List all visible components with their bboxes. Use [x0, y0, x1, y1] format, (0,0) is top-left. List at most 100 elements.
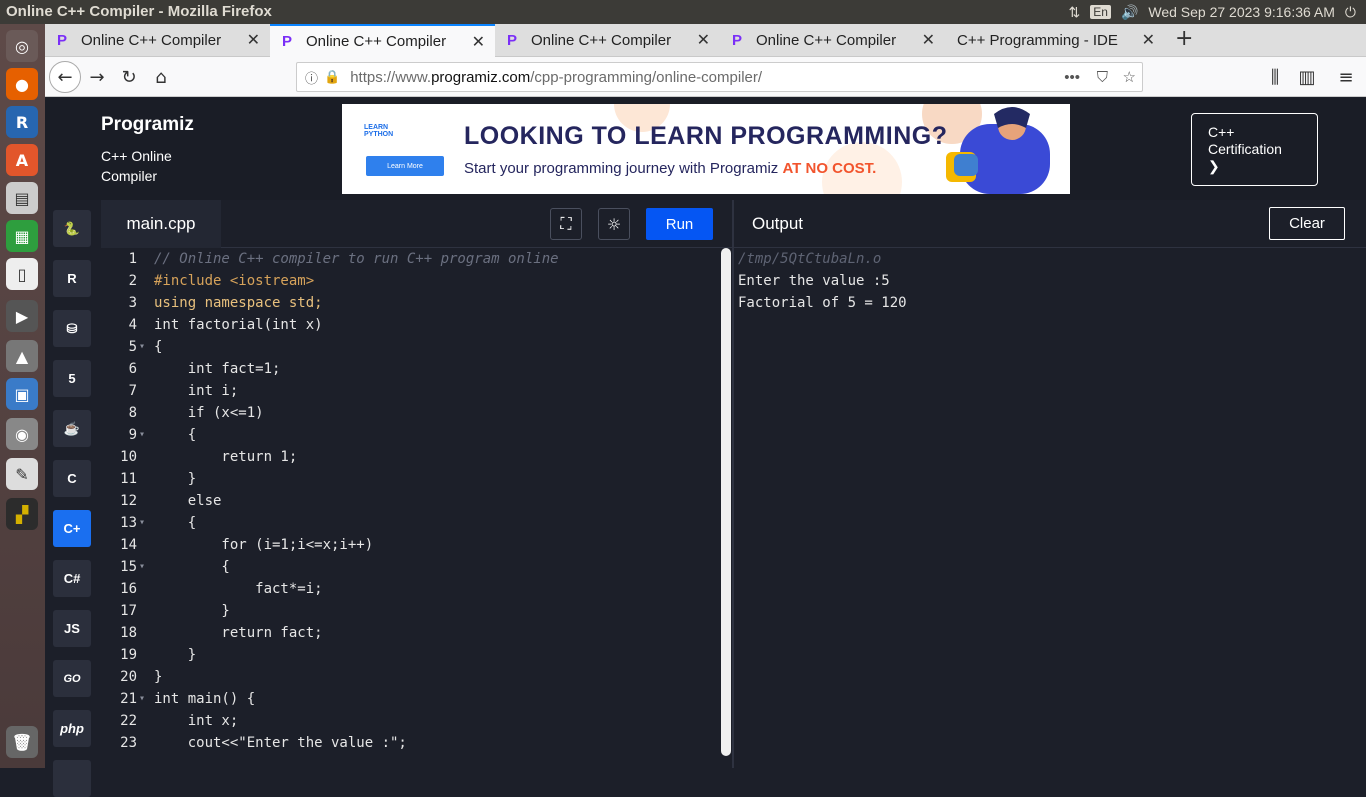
close-tab-icon[interactable]: ✕: [247, 30, 260, 50]
url-bar[interactable]: ⓘ 🔒 https://www. programiz.com/cpp-progra…: [296, 62, 1143, 92]
html5-icon: 5: [68, 371, 76, 386]
volume-icon[interactable]: 🔊: [1121, 4, 1138, 21]
code-line: 20}: [120, 669, 163, 685]
updater-icon[interactable]: ▲: [6, 340, 38, 372]
js-language-button[interactable]: JS: [53, 610, 91, 647]
code-line: 9 ▾ {: [101, 424, 721, 446]
code-line: 10 return 1;: [120, 449, 298, 465]
trash-icon[interactable]: 🗑: [6, 726, 38, 758]
system-monitor-icon[interactable]: ▞: [6, 498, 38, 530]
page-actions-icon[interactable]: •••: [1064, 69, 1080, 86]
clock[interactable]: Wed Sep 27 2023 9:16:36 AM: [1148, 4, 1335, 20]
close-tab-icon[interactable]: ✕: [472, 32, 485, 52]
url-domain: programiz.com: [431, 68, 531, 86]
fold-arrow-icon: ▾: [139, 341, 146, 352]
theme-toggle-sun-icon[interactable]: ☼: [598, 208, 630, 240]
pocket-icon[interactable]: ⛉: [1097, 69, 1108, 86]
r-icon: R: [67, 271, 77, 286]
browser-tab[interactable]: C++ Programming - IDE ✕: [945, 24, 1165, 57]
python-language-button[interactable]: 🐍: [53, 210, 91, 247]
sql-language-button[interactable]: ⛁: [53, 310, 91, 347]
php-language-button[interactable]: php: [53, 710, 91, 747]
files-icon[interactable]: ▤: [6, 182, 38, 214]
go-language-button[interactable]: GO: [53, 660, 91, 697]
bookmark-star-icon[interactable]: ☆: [1123, 68, 1136, 86]
code-line: 4 int factorial(int x): [128, 317, 323, 333]
database-icon: ⛁: [66, 320, 78, 336]
forward-arrow-icon[interactable]: →: [83, 63, 111, 91]
output-console[interactable]: /tmp/5QtCtubaLn.o Enter the value :5 Fac…: [738, 248, 1358, 314]
r-icon[interactable]: R: [6, 106, 38, 138]
tab-label: Online C++ Compiler: [306, 33, 447, 50]
lock-icon: 🔒: [324, 69, 341, 84]
programiz-favicon-icon: P: [732, 31, 743, 49]
more-language-button[interactable]: [53, 760, 91, 797]
home-icon[interactable]: ⌂: [147, 63, 175, 91]
programiz-favicon-icon: P: [57, 31, 68, 49]
launcher: ◎ ● R A ▤ ▦ ▯ ▶ ▲ ▣ ◉ ✎ ▞ 🗑: [0, 24, 45, 768]
r-language-button[interactable]: R: [53, 260, 91, 297]
network-icon[interactable]: ⇅: [1069, 4, 1081, 21]
java-language-button[interactable]: ☕: [53, 410, 91, 447]
browser-tab-active[interactable]: P Online C++ Compiler ✕: [270, 24, 495, 57]
browser-nav-bar: ← → ↻ ⌂ ⓘ 🔒 https://www. programiz.com/cp…: [45, 57, 1366, 97]
power-icon[interactable]: ⏻: [1345, 4, 1356, 21]
cpp-language-button[interactable]: C+: [53, 510, 91, 547]
fold-arrow-icon: ▾: [139, 517, 146, 528]
library-icon[interactable]: ⫼: [1261, 63, 1289, 91]
certification-button[interactable]: C++ Certification ❯: [1191, 113, 1318, 186]
software-center-icon[interactable]: A: [6, 144, 38, 176]
player-icon[interactable]: ▶: [6, 300, 38, 332]
file-tab[interactable]: main.cpp: [101, 200, 221, 248]
back-arrow-icon[interactable]: ←: [49, 61, 81, 93]
browser-tab[interactable]: P Online C++ Compiler ✕: [45, 24, 270, 57]
code-line: 21 ▾ int main() {: [101, 688, 721, 710]
browser-tab[interactable]: P Online C++ Compiler ✕: [495, 24, 720, 57]
text-editor-icon[interactable]: ▯: [6, 258, 38, 290]
browser-tab[interactable]: P Online C++ Compiler ✕: [720, 24, 945, 57]
output-line: Enter the value :5: [738, 273, 890, 289]
csharp-icon: C#: [63, 571, 81, 586]
code-line: 15 ▾ {: [101, 556, 721, 578]
code-line: 19 }: [120, 647, 197, 663]
editor-scrollbar[interactable]: [721, 248, 731, 756]
fold-arrow-icon: ▾: [139, 561, 146, 572]
learn-python-badge: LEARN PYTHON: [364, 124, 394, 138]
pane-divider[interactable]: [732, 200, 734, 768]
new-tab-icon[interactable]: +: [1175, 26, 1193, 51]
close-tab-icon[interactable]: ✕: [1142, 30, 1155, 50]
c-language-button[interactable]: C: [53, 460, 91, 497]
camera-icon[interactable]: ◉: [6, 418, 38, 450]
fullscreen-icon[interactable]: ⛶: [550, 208, 582, 240]
code-editor[interactable]: 1// Online C++ compiler to run C++ progr…: [101, 248, 732, 768]
dash-icon[interactable]: ◎: [6, 30, 38, 62]
programiz-favicon-icon: P: [507, 31, 518, 49]
csharp-language-button[interactable]: C#: [53, 560, 91, 597]
run-button[interactable]: Run: [646, 208, 713, 240]
java-icon: ☕: [63, 420, 81, 436]
html-language-button[interactable]: 5: [53, 360, 91, 397]
tab-label: Online C++ Compiler: [81, 32, 222, 49]
code-line: 23 cout<<"Enter the value :";: [120, 735, 407, 751]
clear-button[interactable]: Clear: [1269, 207, 1345, 240]
code-line: 12 else: [120, 493, 222, 509]
programiz-logo[interactable]: Programiz: [101, 114, 194, 136]
learn-more-button[interactable]: Learn More: [366, 156, 444, 176]
menu-icon[interactable]: ≡: [1332, 63, 1360, 91]
code-line: 13 ▾ {: [101, 512, 721, 534]
code-line: 5 ▾{: [101, 336, 721, 358]
sidebar-icon[interactable]: ▥: [1293, 63, 1321, 91]
close-tab-icon[interactable]: ✕: [922, 30, 935, 50]
output-header: Output Clear: [734, 200, 1366, 248]
ad-banner[interactable]: LEARN PYTHON Learn More LOOKING TO LEARN…: [342, 104, 1070, 194]
firefox-icon[interactable]: ●: [6, 68, 38, 100]
python-icon: 🐍: [63, 220, 81, 236]
spreadsheet-icon[interactable]: ▦: [6, 220, 38, 252]
notes-icon[interactable]: ✎: [6, 458, 38, 490]
close-tab-icon[interactable]: ✕: [697, 30, 710, 50]
keyboard-language-indicator[interactable]: En: [1090, 5, 1111, 19]
image-viewer-icon[interactable]: ▣: [6, 378, 38, 410]
output-line: Factorial of 5 = 120: [738, 295, 907, 311]
info-icon[interactable]: ⓘ: [305, 68, 318, 87]
reload-icon[interactable]: ↻: [115, 63, 143, 91]
